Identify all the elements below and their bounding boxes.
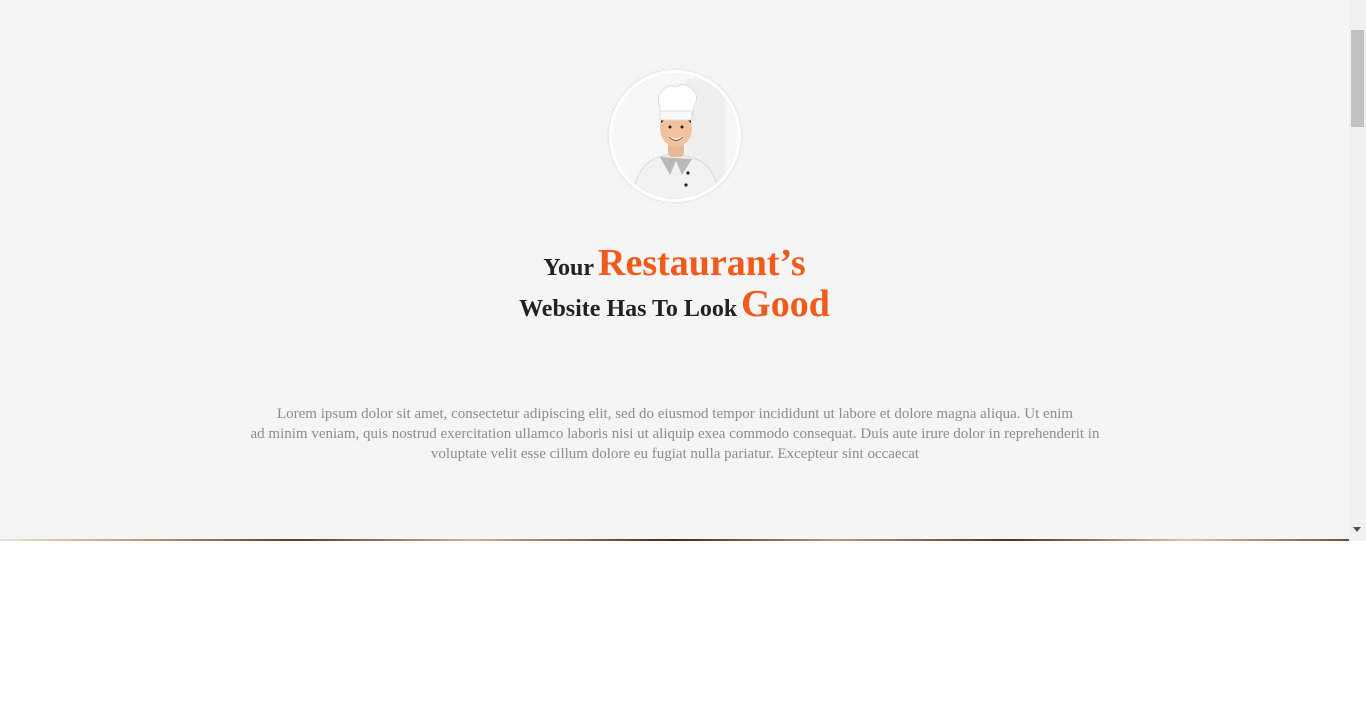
headline-line-1-highlight: Restaurant’s xyxy=(598,242,806,284)
headline-line-2-prefix: Website Has To Look xyxy=(519,296,738,322)
intro-paragraph-line: voluptate velit esse cillum dolore eu fu… xyxy=(430,446,920,462)
intro-paragraph: Lorem ipsum dolor sit amet, consectetur … xyxy=(250,404,1100,464)
chef-avatar xyxy=(609,70,741,202)
headline-line-1: Your Restaurant’s xyxy=(0,244,1349,282)
scrollbar-thumb[interactable] xyxy=(1351,30,1364,127)
scroll-down-arrow-icon[interactable] xyxy=(1353,527,1361,532)
page-viewport: Your Restaurant’s Website Has To Look Go… xyxy=(0,0,1349,541)
chef-portrait-icon xyxy=(612,73,738,199)
vertical-scrollbar[interactable] xyxy=(1349,0,1366,541)
headline-line-2-highlight: Good xyxy=(741,283,830,325)
intro-paragraph-line: ad minim veniam, quis nostrud exercitati… xyxy=(250,426,1100,442)
intro-paragraph-line: Lorem ipsum dolor sit amet, consectetur … xyxy=(276,406,1074,422)
food-image-strip xyxy=(0,539,1349,541)
headline-line-2: Website Has To Look Good xyxy=(0,285,1349,323)
headline-line-1-prefix: Your xyxy=(543,255,595,281)
